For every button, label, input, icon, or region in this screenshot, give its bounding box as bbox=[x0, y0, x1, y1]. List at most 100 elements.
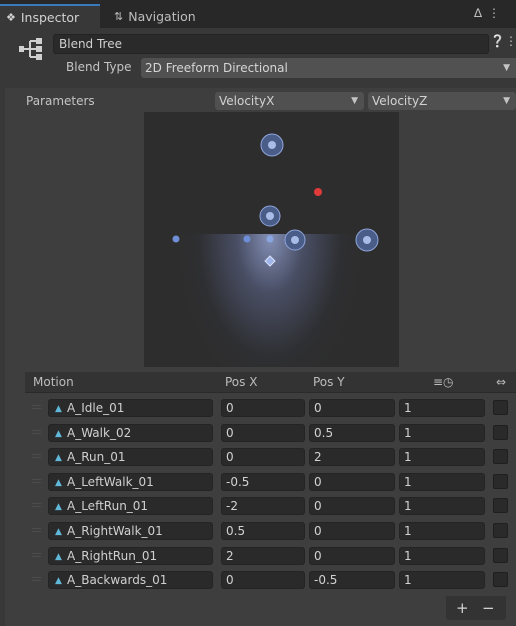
motion-table-header: Motion Pos X Pos Y ≡◷ ⇔ bbox=[25, 372, 516, 393]
table-row: ▲A_Run_01◉021 bbox=[25, 445, 516, 469]
motion-name: A_RightRun_01 bbox=[67, 548, 158, 563]
drag-handle-icon[interactable] bbox=[32, 528, 41, 529]
time-scale-field[interactable]: 1 bbox=[399, 571, 485, 590]
mirror-checkbox[interactable] bbox=[493, 523, 508, 538]
mirror-checkbox[interactable] bbox=[493, 498, 508, 514]
motion-name: A_Run_01 bbox=[67, 450, 126, 465]
blend-type-value: 2D Freeform Directional bbox=[145, 61, 288, 75]
motion-field[interactable]: ▲A_Walk_02◉ bbox=[48, 423, 232, 443]
pos-y-field[interactable]: 0 bbox=[309, 522, 395, 540]
motion-field[interactable]: ▲A_RightRun_01◉ bbox=[48, 546, 232, 566]
drag-handle-icon[interactable] bbox=[32, 552, 41, 554]
time-scale-field[interactable]: 1 bbox=[399, 497, 485, 516]
motion-field[interactable]: ▲A_LeftWalk_01◉ bbox=[48, 472, 232, 492]
mirror-checkbox[interactable] bbox=[493, 424, 508, 440]
parameter-x-value: VelocityX bbox=[219, 94, 275, 108]
pos-x-field[interactable]: -0.5 bbox=[221, 472, 305, 491]
time-scale-field[interactable]: 1 bbox=[399, 448, 485, 467]
motion-name: A_Backwards_01 bbox=[67, 573, 168, 588]
drag-handle-icon[interactable] bbox=[32, 478, 41, 480]
pos-y-field[interactable]: 0 bbox=[309, 497, 395, 516]
navigation-icon: ⇅ bbox=[114, 9, 124, 23]
blend-space-graph[interactable] bbox=[144, 112, 399, 367]
parameter-position-point[interactable] bbox=[314, 188, 322, 196]
column-motion: Motion bbox=[33, 375, 74, 389]
motion-field[interactable]: ▲A_RightWalk_01◉ bbox=[48, 522, 232, 541]
tab-navigation[interactable]: ⇅ Navigation bbox=[114, 4, 196, 28]
pos-y-field[interactable]: -0.5 bbox=[309, 571, 395, 590]
pos-x-field[interactable]: 2 bbox=[221, 546, 305, 565]
pos-x-field[interactable]: 0 bbox=[221, 448, 305, 467]
mirror-checkbox[interactable] bbox=[493, 449, 508, 465]
animation-clip-icon: ▲ bbox=[55, 527, 62, 537]
sample-point-run[interactable] bbox=[260, 133, 284, 157]
dropdown-arrow-icon: ▼ bbox=[503, 63, 510, 73]
motion-field[interactable]: ▲A_Backwards_01◉ bbox=[48, 571, 232, 590]
pos-x-field[interactable]: -2 bbox=[221, 497, 305, 516]
dropdown-arrow-icon: ▼ bbox=[503, 96, 510, 106]
pos-x-field[interactable]: 0 bbox=[221, 571, 305, 590]
pos-y-field[interactable]: 2 bbox=[309, 448, 395, 467]
mirror-checkbox[interactable] bbox=[493, 547, 508, 563]
mirror-checkbox[interactable] bbox=[493, 400, 508, 415]
time-scale-field[interactable]: 1 bbox=[399, 472, 485, 491]
lock-icon[interactable]: ∆ bbox=[474, 6, 488, 20]
pos-x-field[interactable]: 0 bbox=[221, 423, 305, 442]
drag-handle-icon[interactable] bbox=[32, 405, 41, 406]
drag-handle-icon[interactable] bbox=[32, 577, 41, 579]
sample-point-walk[interactable] bbox=[259, 205, 281, 227]
drag-handle-icon[interactable] bbox=[32, 454, 41, 456]
remove-motion-button[interactable]: − bbox=[482, 599, 495, 617]
parameter-x-dropdown[interactable]: VelocityX ▼ bbox=[215, 92, 364, 110]
motion-field[interactable]: ▲A_LeftRun_01◉ bbox=[48, 497, 232, 516]
list-footer: + − bbox=[446, 596, 506, 620]
animation-clip-icon: ▲ bbox=[55, 453, 62, 464]
drag-handle-icon[interactable] bbox=[32, 429, 41, 431]
time-scale-field[interactable]: 1 bbox=[399, 522, 485, 540]
time-scale-field[interactable]: 1 bbox=[399, 399, 485, 417]
tab-inspector[interactable]: ❖ Inspector bbox=[0, 4, 100, 28]
table-row: ▲A_Walk_02◉00.51 bbox=[25, 421, 516, 445]
parameters-label: Parameters bbox=[26, 94, 95, 108]
sample-point-backwards[interactable] bbox=[264, 255, 276, 267]
time-scale-field[interactable]: 1 bbox=[399, 423, 485, 442]
pos-y-field[interactable]: 0.5 bbox=[309, 423, 395, 442]
mirror-checkbox[interactable] bbox=[493, 473, 508, 489]
blend-type-label: Blend Type bbox=[66, 60, 132, 74]
pos-y-field[interactable]: 0 bbox=[309, 472, 395, 491]
motion-field[interactable]: ▲A_Idle_01◉ bbox=[48, 399, 232, 418]
sample-point-left-run[interactable] bbox=[172, 235, 180, 243]
blend-type-dropdown[interactable]: 2D Freeform Directional ▼ bbox=[141, 58, 516, 78]
time-scale-field[interactable]: 1 bbox=[399, 546, 485, 565]
pos-y-field[interactable]: 0 bbox=[309, 546, 395, 565]
animation-clip-icon: ▲ bbox=[55, 576, 62, 587]
sample-point-idle[interactable] bbox=[266, 235, 274, 243]
pos-x-field[interactable]: 0.5 bbox=[221, 522, 305, 540]
sample-point-right-walk[interactable] bbox=[284, 229, 306, 251]
add-motion-button[interactable]: + bbox=[456, 599, 469, 617]
help-icon[interactable]: ❔ bbox=[490, 34, 505, 48]
column-pos-y: Pos Y bbox=[313, 375, 345, 389]
mirror-icon: ⇔ bbox=[496, 375, 507, 389]
more-options-icon[interactable]: ⋮ bbox=[505, 34, 516, 48]
parameter-y-dropdown[interactable]: VelocityZ ▼ bbox=[368, 92, 516, 110]
tab-inspector-label: Inspector bbox=[20, 9, 80, 25]
kebab-menu-icon[interactable]: ⋮ bbox=[488, 6, 506, 20]
mirror-checkbox[interactable] bbox=[493, 572, 508, 588]
table-row: ▲A_LeftRun_01◉-201 bbox=[25, 494, 516, 518]
animation-clip-icon: ▲ bbox=[55, 551, 62, 562]
sample-point-right-run[interactable] bbox=[355, 228, 379, 252]
pos-y-field[interactable]: 0 bbox=[309, 399, 395, 417]
motion-name: A_RightWalk_01 bbox=[67, 524, 163, 538]
pos-x-field[interactable]: 0 bbox=[221, 399, 305, 417]
table-row: ▲A_Backwards_01◉0-0.51 bbox=[25, 568, 516, 592]
blend-tree-icon bbox=[19, 38, 42, 60]
motion-name: A_LeftRun_01 bbox=[67, 499, 149, 514]
sample-point-left-walk[interactable] bbox=[243, 235, 251, 243]
motion-name: A_Idle_01 bbox=[67, 401, 125, 415]
motion-field[interactable]: ▲A_Run_01◉ bbox=[48, 448, 232, 467]
drag-handle-icon[interactable] bbox=[32, 503, 41, 505]
animation-clip-icon: ▲ bbox=[55, 502, 62, 513]
blend-tree-name-field[interactable]: Blend Tree bbox=[53, 34, 489, 54]
tab-navigation-label: Navigation bbox=[128, 8, 196, 24]
